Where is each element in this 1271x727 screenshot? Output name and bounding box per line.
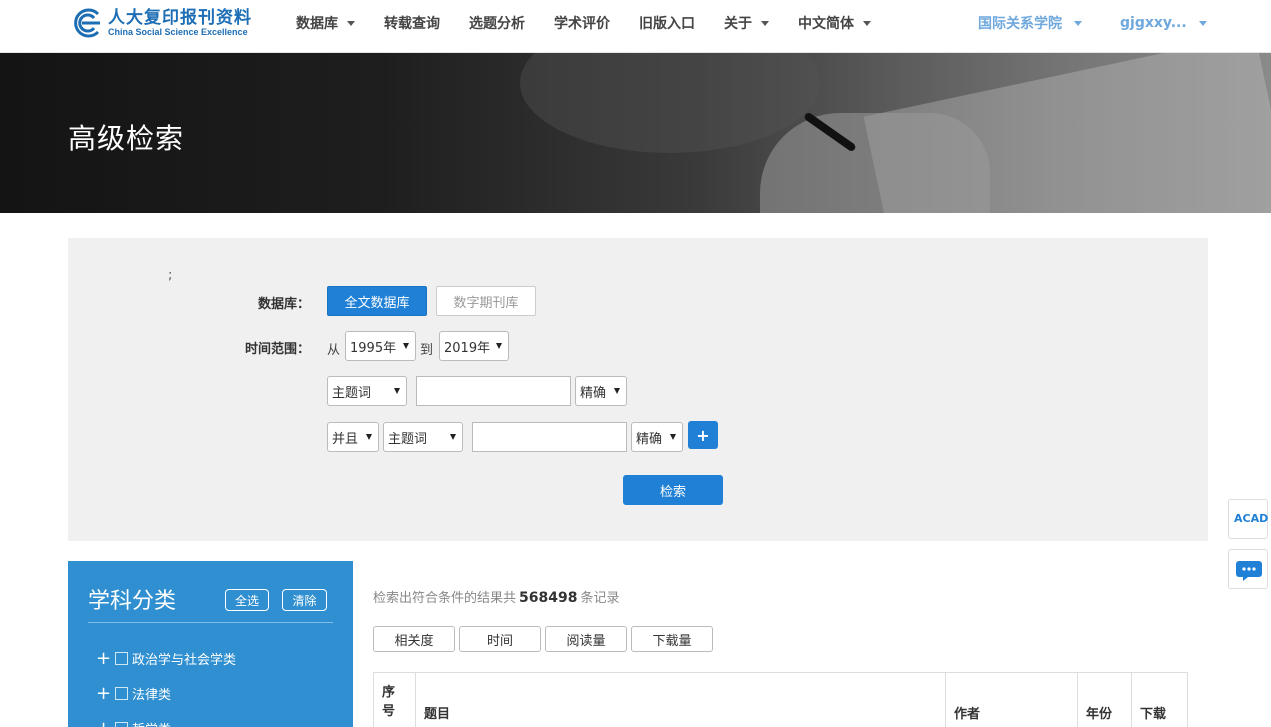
to-year-select[interactable]: 2019年 <box>439 331 509 361</box>
sort-downloads-button[interactable]: 下载量 <box>631 626 713 652</box>
nav-language[interactable]: 中文简体 <box>798 13 871 33</box>
sidebar-item-politics[interactable]: + 政治学与社会学类 <box>96 649 236 668</box>
result-summary: 检索出符合条件的结果共 568498 条记录 <box>373 590 620 606</box>
top-navbar: 人大复印报刊资料 China Social Science Excellence… <box>0 0 1271 53</box>
sort-relevance-button[interactable]: 相关度 <box>373 626 455 652</box>
keyword-input-2[interactable] <box>472 422 627 452</box>
brand-name-cn: 人大复印报刊资料 <box>108 7 252 28</box>
field-select-1[interactable]: 主题词 <box>327 376 407 406</box>
col-download-header: 下载 <box>1140 707 1167 722</box>
acad-float-button[interactable]: ACAD <box>1228 499 1268 539</box>
col-title-header: 题目 <box>416 673 946 727</box>
result-count: 568498 <box>519 590 578 606</box>
chat-icon <box>1236 561 1262 581</box>
digital-journal-db-button[interactable]: 数字期刊库 <box>436 286 536 316</box>
nav-old-version[interactable]: 旧版入口 <box>639 13 695 33</box>
user-menu[interactable]: gjgxxy... <box>1120 0 1207 46</box>
nav-reprint-query[interactable]: 转载查询 <box>384 13 440 33</box>
page-title: 高级检索 <box>68 122 185 155</box>
stray-text: ; <box>168 268 173 283</box>
field-select-2[interactable]: 主题词 <box>383 422 463 452</box>
brand-logo[interactable]: 人大复印报刊资料 China Social Science Excellence <box>68 8 252 38</box>
to-text: 到 <box>420 343 434 358</box>
logic-select-2[interactable]: 并且 <box>327 422 379 452</box>
expand-plus-icon[interactable]: + <box>96 684 112 702</box>
category-checkbox[interactable] <box>115 687 128 700</box>
dropdown-arrow-icon <box>614 388 620 394</box>
time-range-label: 时间范围： <box>244 342 310 357</box>
sidebar-divider <box>88 622 333 623</box>
match-select-1[interactable]: 精确 <box>575 376 627 406</box>
nav-academic-evaluation[interactable]: 学术评价 <box>554 13 610 33</box>
from-text: 从 <box>327 343 341 358</box>
col-year-header: 年份 <box>1078 673 1132 727</box>
match-select-2[interactable]: 精确 <box>631 422 683 452</box>
col-author-header: 作者 <box>946 673 1078 727</box>
chevron-down-icon <box>1074 20 1082 26</box>
sidebar-item-label: 政治学与社会学类 <box>132 653 237 668</box>
dropdown-arrow-icon <box>670 434 676 440</box>
sort-reads-button[interactable]: 阅读量 <box>545 626 627 652</box>
sidebar-item-law[interactable]: + 法律类 <box>96 684 171 703</box>
dropdown-arrow-icon <box>366 434 372 440</box>
chat-float-button[interactable] <box>1228 549 1268 589</box>
database-label: 数据库： <box>257 297 310 312</box>
sort-time-button[interactable]: 时间 <box>459 626 541 652</box>
fulltext-db-button[interactable]: 全文数据库 <box>327 286 427 316</box>
select-all-button[interactable]: 全选 <box>225 589 269 611</box>
expand-plus-icon[interactable]: + <box>96 719 112 727</box>
chevron-down-icon <box>761 20 769 26</box>
nav-database[interactable]: 数据库 <box>296 13 355 33</box>
add-condition-button[interactable]: + <box>688 421 718 449</box>
dropdown-arrow-icon <box>403 343 409 349</box>
from-year-select[interactable]: 1995年 <box>345 331 416 361</box>
sidebar-title: 学科分类 <box>88 589 177 614</box>
chevron-down-icon <box>347 20 355 26</box>
nav-topic-analysis[interactable]: 选题分析 <box>469 13 525 33</box>
main-nav: 数据库 转载查询 选题分析 学术评价 旧版入口 关于 中文简体 <box>296 0 900 46</box>
hero-banner: 高级检索 <box>0 53 1271 213</box>
search-submit-button[interactable]: 检索 <box>623 475 723 505</box>
logo-mark-icon <box>68 8 102 38</box>
acad-label: ACAD <box>1234 512 1269 525</box>
advanced-search-panel: ; 数据库： 全文数据库 数字期刊库 时间范围： 从 1995年 到 2019年… <box>68 238 1208 541</box>
category-checkbox[interactable] <box>115 722 128 727</box>
subject-sidebar: 学科分类 全选 清除 + 政治学与社会学类 + 法律类 + 哲学类 <box>68 561 353 727</box>
dropdown-arrow-icon <box>450 434 456 440</box>
chevron-down-icon <box>863 20 871 26</box>
nav-about[interactable]: 关于 <box>724 13 769 33</box>
col-index-header: 序号 <box>374 673 416 727</box>
sidebar-item-label: 哲学类 <box>132 719 171 727</box>
sidebar-item-label: 法律类 <box>132 688 172 703</box>
keyword-input-1[interactable] <box>416 376 571 406</box>
expand-plus-icon[interactable]: + <box>96 649 112 667</box>
institution-menu[interactable]: 国际关系学院 <box>978 0 1082 46</box>
dropdown-arrow-icon <box>394 388 400 394</box>
clear-button[interactable]: 清除 <box>282 589 327 611</box>
category-checkbox[interactable] <box>115 652 128 665</box>
brand-name-en: China Social Science Excellence <box>108 26 248 37</box>
sidebar-item-philosophy[interactable]: + 哲学类 <box>96 719 171 727</box>
dropdown-arrow-icon <box>496 343 502 349</box>
chevron-down-icon <box>1198 20 1207 26</box>
results-table: 序号 题目 作者 年份 下载 <box>373 672 1188 727</box>
